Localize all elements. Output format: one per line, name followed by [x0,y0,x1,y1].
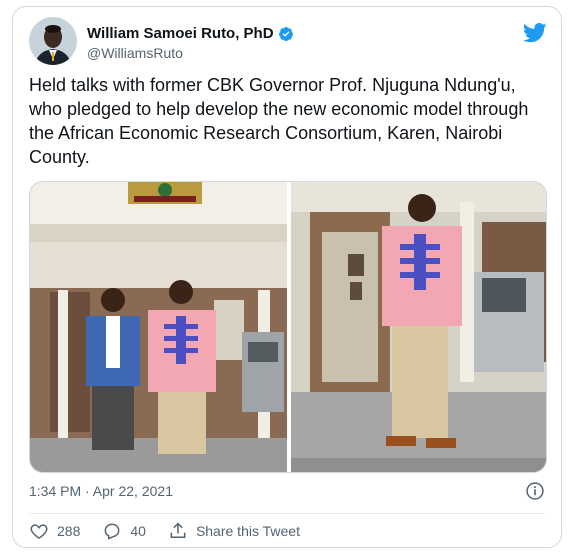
share-button[interactable]: Share this Tweet [168,521,300,541]
reply-button[interactable]: 40 [102,521,146,541]
tweet-card: William Samoei Ruto, PhD @WilliamsRuto H… [12,6,562,548]
reply-count: 40 [130,523,146,539]
author-handle[interactable]: @WilliamsRuto [87,45,183,61]
info-icon[interactable] [525,481,545,501]
photo-right[interactable] [291,182,547,473]
tweet-media[interactable] [29,181,547,473]
author-name-row[interactable]: William Samoei Ruto, PhD [87,25,294,42]
avatar[interactable] [29,17,77,65]
like-count: 288 [57,523,81,539]
tweet-photos[interactable] [30,182,547,473]
photo-left[interactable] [30,182,287,473]
tweet-text: Held talks with former CBK Governor Prof… [29,75,529,167]
verified-badge-icon [278,26,293,41]
tweet-timestamp[interactable]: 1:34 PM · Apr 22, 2021 [29,483,173,499]
divider [29,513,545,514]
like-button[interactable]: 288 [29,521,80,541]
share-label: Share this Tweet [195,523,300,539]
tweet-actions: 288 40 Share this Tweet [29,521,322,541]
twitter-bird-icon[interactable] [523,23,547,43]
reply-icon [104,523,120,540]
share-icon [170,522,186,538]
author-name[interactable]: William Samoei Ruto, PhD [87,25,274,42]
heart-icon [30,524,48,539]
